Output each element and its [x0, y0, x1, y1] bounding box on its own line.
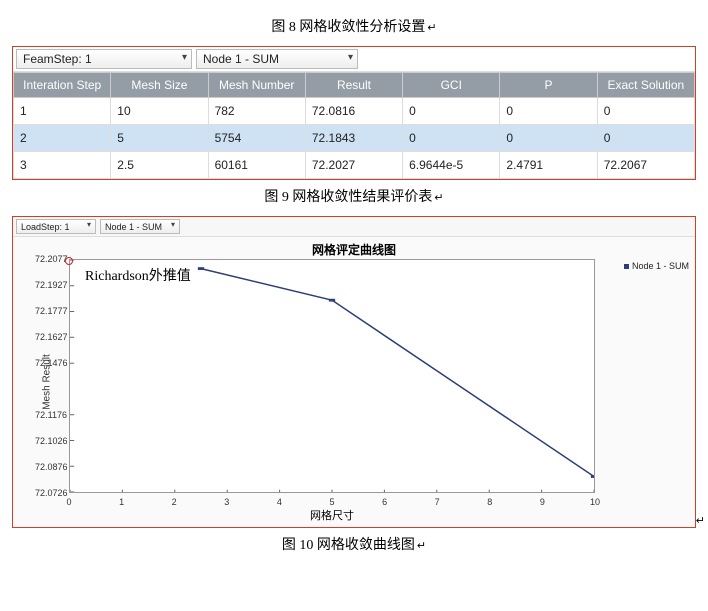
loadstep-dropdown-label: LoadStep: 1	[21, 222, 70, 232]
table-header: Mesh Number	[208, 73, 305, 98]
x-tick-label: 2	[172, 497, 177, 507]
table-cell: 0	[500, 125, 597, 152]
table-row[interactable]: 32.56016172.20276.9644e-52.479172.2067	[14, 152, 695, 179]
table-header: P	[500, 73, 597, 98]
table-cell: 0	[500, 98, 597, 125]
y-tick-label: 72.2077	[35, 254, 67, 264]
table-cell: 2.4791	[500, 152, 597, 179]
table-header: GCI	[403, 73, 500, 98]
table-cell: 0	[403, 125, 500, 152]
x-tick-label: 3	[224, 497, 229, 507]
x-tick-label: 10	[590, 497, 600, 507]
table-cell: 72.0816	[305, 98, 402, 125]
table-cell: 1	[14, 98, 111, 125]
table-cell: 5754	[208, 125, 305, 152]
table-cell: 72.2027	[305, 152, 402, 179]
table-header: Interation Step	[14, 73, 111, 98]
table-row[interactable]: 11078272.0816000	[14, 98, 695, 125]
table-cell: 782	[208, 98, 305, 125]
table-cell: 72.2067	[597, 152, 694, 179]
y-tick-label: 72.1176	[35, 410, 67, 420]
y-tick-label: 72.0876	[35, 462, 67, 472]
table-cell: 60161	[208, 152, 305, 179]
x-tick-label: 7	[435, 497, 440, 507]
chart-title: 网格评定曲线图	[13, 241, 695, 258]
feamstep-dropdown-label: FeamStep: 1	[23, 52, 92, 66]
table-cell: 72.1843	[305, 125, 402, 152]
plot-region	[69, 259, 595, 493]
paragraph-mark: ↵	[696, 514, 705, 527]
table-cell: 6.9644e-5	[403, 152, 500, 179]
y-tick-label: 72.1026	[35, 436, 67, 446]
fig8-caption: 图 8 网格收敛性分析设置↵	[12, 16, 696, 36]
richardson-annotation: Richardson外推值	[85, 265, 191, 285]
x-axis-label: 网格尺寸	[69, 507, 595, 523]
table-cell: 2	[14, 125, 111, 152]
table-cell: 5	[111, 125, 208, 152]
table-cell: 3	[14, 152, 111, 179]
convergence-chart-block: LoadStep: 1 Node 1 - SUM 网格评定曲线图 Node 1 …	[12, 216, 696, 528]
x-tick-label: 5	[329, 497, 334, 507]
table-toolbar: FeamStep: 1 Node 1 - SUM	[13, 47, 695, 72]
fig10-caption: 图 10 网格收敛曲线图↵	[12, 534, 696, 554]
x-tick-label: 8	[487, 497, 492, 507]
convergence-table-block: FeamStep: 1 Node 1 - SUM Interation Step…	[12, 46, 696, 180]
table-row[interactable]: 25575472.1843000	[14, 125, 695, 152]
chart-legend: Node 1 - SUM	[624, 261, 689, 271]
loadstep-dropdown[interactable]: LoadStep: 1	[16, 219, 96, 234]
x-tick-label: 4	[277, 497, 282, 507]
y-tick-label: 72.1476	[35, 358, 67, 368]
y-tick-label: 72.1927	[35, 280, 67, 290]
y-tick-label: 72.0726	[35, 488, 67, 498]
chart-node-dropdown[interactable]: Node 1 - SUM	[100, 219, 180, 234]
richardson-marker	[65, 257, 73, 265]
x-tick-label: 9	[540, 497, 545, 507]
chart-node-dropdown-label: Node 1 - SUM	[105, 222, 162, 232]
node-dropdown-label: Node 1 - SUM	[203, 52, 279, 66]
node-dropdown[interactable]: Node 1 - SUM	[196, 49, 358, 69]
chart-area: 网格评定曲线图 Node 1 - SUM Mesh Result 网格尺寸 72…	[13, 237, 695, 527]
table-cell: 0	[597, 125, 694, 152]
y-tick-label: 72.1777	[35, 306, 67, 316]
table-cell: 0	[403, 98, 500, 125]
chart-toolbar: LoadStep: 1 Node 1 - SUM	[13, 217, 695, 237]
x-tick-label: 1	[119, 497, 124, 507]
legend-swatch	[624, 264, 629, 269]
y-tick-label: 72.1627	[35, 332, 67, 342]
feamstep-dropdown[interactable]: FeamStep: 1	[16, 49, 192, 69]
table-header: Result	[305, 73, 402, 98]
table-header: Exact Solution	[597, 73, 694, 98]
table-cell: 10	[111, 98, 208, 125]
x-tick-label: 6	[382, 497, 387, 507]
x-tick-label: 0	[66, 497, 71, 507]
table-header: Mesh Size	[111, 73, 208, 98]
fig9-caption: 图 9 网格收敛性结果评价表↵	[12, 186, 696, 206]
table-cell: 2.5	[111, 152, 208, 179]
legend-label: Node 1 - SUM	[632, 261, 689, 271]
results-table: Interation StepMesh SizeMesh NumberResul…	[13, 72, 695, 179]
plot-svg	[70, 260, 594, 492]
table-cell: 0	[597, 98, 694, 125]
